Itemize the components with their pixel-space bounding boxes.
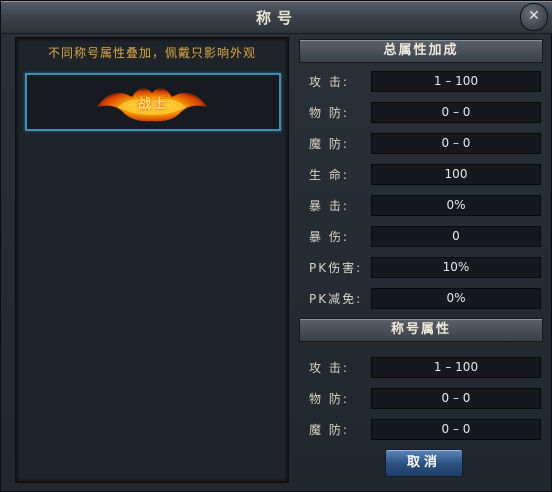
total-row-attack: 攻 击: 1 – 100 — [297, 71, 543, 93]
title-row-attack: 攻 击: 1 – 100 — [297, 357, 543, 379]
row-label: 暴 伤: — [309, 230, 349, 244]
row-value: 10% — [371, 257, 541, 278]
cancel-button[interactable]: 取消 — [385, 449, 463, 477]
row-value: 1 – 100 — [371, 357, 541, 378]
row-label: 魔 防: — [309, 137, 349, 151]
row-value: 0 – 0 — [371, 388, 541, 409]
row-value: 0 – 0 — [371, 419, 541, 440]
row-value: 100 — [371, 164, 541, 185]
total-row-crit: 暴 击: 0% — [297, 195, 543, 217]
title-row-magic-def: 魔 防: 0 – 0 — [297, 419, 543, 441]
row-label: PK减免: — [309, 292, 363, 306]
title-slot-selected[interactable]: 战士 — [25, 73, 281, 131]
row-label: 生 命: — [309, 168, 349, 182]
total-row-pk-reduce: PK减免: 0% — [297, 288, 543, 310]
total-row-hp: 生 命: 100 — [297, 164, 543, 186]
title-list-panel: 不同称号属性叠加，佩戴只影响外观 战士 — [15, 37, 289, 483]
total-attributes-header: 总属性加成 — [299, 39, 543, 63]
row-value: 1 – 100 — [371, 71, 541, 92]
window-title: 称号 — [255, 9, 298, 27]
selected-title-name: 战士 — [137, 97, 168, 112]
total-row-phys-def: 物 防: 0 – 0 — [297, 102, 543, 124]
row-label: 魔 防: — [309, 423, 349, 437]
row-label: 攻 击: — [309, 75, 349, 89]
stack-hint-text: 不同称号属性叠加，佩戴只影响外观 — [47, 46, 256, 60]
row-label: 物 防: — [309, 392, 349, 406]
row-label: 暴 击: — [309, 199, 349, 213]
title-window: 称号 ✕ 不同称号属性叠加，佩戴只影响外观 战士 总属性加成 攻 击: 1 – … — [0, 0, 552, 492]
total-row-pk-dmg: PK伤害: 10% — [297, 257, 543, 279]
row-value: 0% — [371, 195, 541, 216]
row-label: 攻 击: — [309, 361, 349, 375]
attributes-panel: 总属性加成 攻 击: 1 – 100 物 防: 0 – 0 魔 防: 0 – 0… — [297, 37, 543, 481]
row-label: PK伤害: — [309, 261, 363, 275]
row-value: 0 — [371, 226, 541, 247]
row-label: 物 防: — [309, 106, 349, 120]
title-attributes-header: 称号属性 — [299, 318, 543, 342]
row-value: 0 – 0 — [371, 102, 541, 123]
total-row-crit-dmg: 暴 伤: 0 — [297, 226, 543, 248]
close-button[interactable]: ✕ — [520, 3, 548, 31]
total-row-magic-def: 魔 防: 0 – 0 — [297, 133, 543, 155]
title-row-phys-def: 物 防: 0 – 0 — [297, 388, 543, 410]
title-bar[interactable]: 称号 ✕ — [1, 1, 552, 34]
row-value: 0 – 0 — [371, 133, 541, 154]
row-value: 0% — [371, 288, 541, 309]
